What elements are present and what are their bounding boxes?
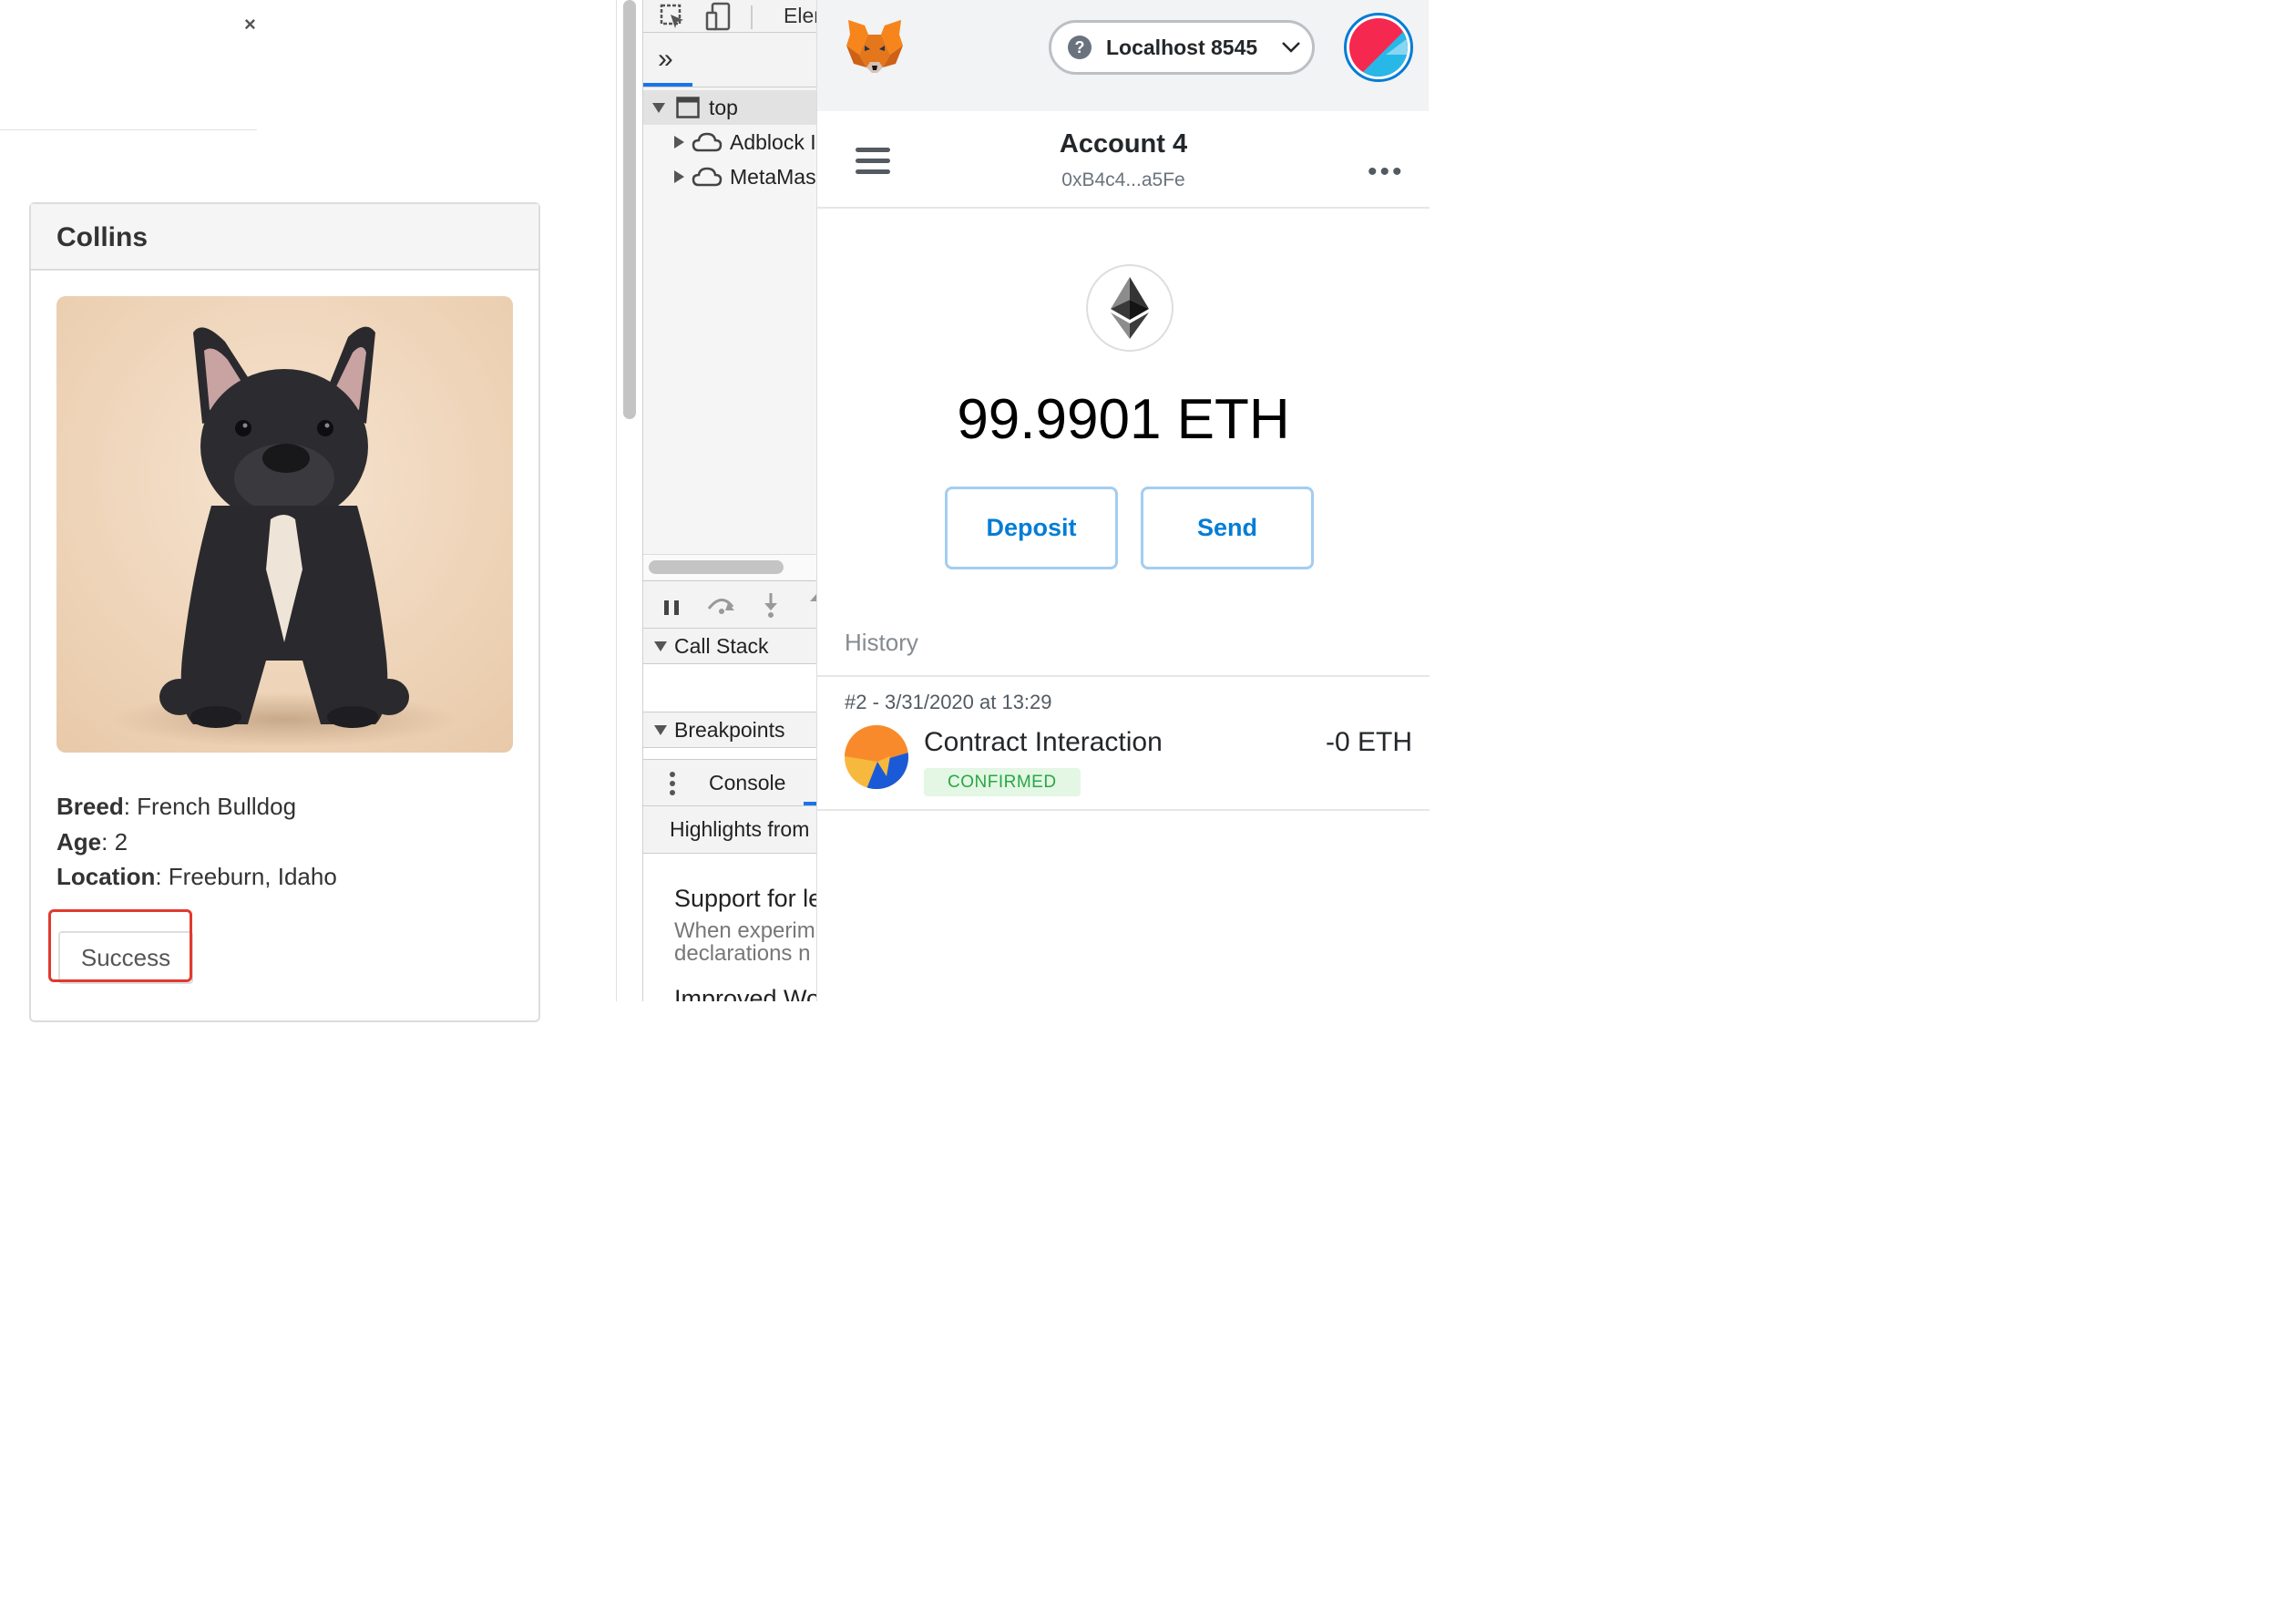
page-scrollbar[interactable] [616,0,643,1001]
transaction-title: Contract Interaction [924,727,1163,757]
whats-new-content: Support for le When experim declarations… [643,854,816,1001]
tab-elements[interactable]: Elen [784,4,816,28]
toolbar-separator [751,5,753,29]
age-row: Age: 2 [56,827,128,856]
account-name[interactable]: Account 4 [817,129,1430,159]
metamask-fox-logo[interactable] [845,18,905,79]
more-options-icon[interactable]: ••• [1368,157,1405,188]
breed-value: French Bulldog [137,793,297,820]
devtools-navigator-bar: » [643,33,816,87]
spacer [643,748,816,759]
window-icon [676,97,700,118]
pause-icon[interactable] [663,597,682,621]
breed-label: Breed [56,793,124,820]
section-label: Breakpoints [674,717,785,742]
drawer-tabbar: Console [643,759,816,806]
devtools-pane: Elen » top Adblock I MetaMas [643,0,816,1001]
pet-photo [56,296,513,753]
article-body-line: When experim [674,918,815,943]
pet-card: Collins Breed: French Bulldog Age: 2 Loc… [29,202,540,1022]
frame-tree-item-top[interactable]: top [643,90,816,125]
expand-arrow-icon[interactable] [652,102,665,113]
help-icon: ? [1068,36,1092,59]
article-body: When experim declarations n [674,919,815,965]
expand-arrow-icon[interactable] [654,641,667,651]
breakpoints-section[interactable]: Breakpoints [643,712,816,748]
send-button[interactable]: Send [1141,487,1314,569]
step-over-icon[interactable] [705,592,738,621]
step-out-icon[interactable] [807,592,816,625]
article-title[interactable]: Support for le [674,885,816,913]
network-name: Localhost 8545 [1106,35,1258,59]
chevron-down-icon [1281,41,1301,54]
ethereum-icon [1086,264,1174,352]
call-stack-section[interactable]: Call Stack [643,628,816,664]
call-stack-content [643,664,816,712]
collapse-arrow-icon[interactable] [674,136,684,149]
network-selector[interactable]: ? Localhost 8545 [1049,20,1315,75]
collapse-arrow-icon[interactable] [674,170,684,183]
frame-label: Adblock I [730,129,816,154]
scrollbar-thumb[interactable] [623,0,636,419]
whats-new-title: Highlights from [670,817,810,841]
scrollbar-thumb[interactable] [649,560,784,574]
drawer-menu-icon[interactable] [669,771,676,802]
frame-tree-item-adblock[interactable]: Adblock I [643,125,816,159]
section-label: Call Stack [674,633,769,658]
deposit-button[interactable]: Deposit [945,487,1118,569]
frame-label: top [709,95,738,119]
transaction-date: #2 - 3/31/2020 at 13:29 [845,691,1052,713]
pet-info: Breed: French Bulldog Age: 2 Location: F… [56,789,337,895]
metamask-header: ? Localhost 8545 [817,0,1429,111]
location-value: Freeburn, Idaho [168,863,337,890]
divider [817,809,1430,811]
divider [0,129,257,130]
active-tab-indicator [804,802,816,805]
expand-arrow-icon[interactable] [654,724,667,735]
account-bar: Account 4 0xB4c4...a5Fe ••• [817,111,1430,209]
status-badge: CONFIRMED [924,768,1081,796]
transaction-amount: -0 ETH [1325,727,1412,757]
close-icon[interactable]: × [244,13,256,36]
highlight-annotation [48,909,192,982]
device-toolbar-icon[interactable] [705,2,733,36]
horizontal-scrollbar[interactable] [643,554,816,579]
dapp-pane: × Collins Breed: French Bulldog Age: 2 L… [0,0,616,1022]
breed-row: Breed: French Bulldog [56,793,297,820]
debugger-toolbar [643,580,816,628]
account-address[interactable]: 0xB4c4...a5Fe [817,169,1430,191]
pet-card-header: Collins [31,204,538,271]
cloud-icon [692,131,723,153]
more-tabs-icon[interactable]: » [658,44,673,75]
step-into-icon[interactable] [762,592,780,625]
history-heading: History [845,629,918,656]
metamask-popup: ? Localhost 8545 Account 4 0xB4c4...a5Fe… [816,0,1430,1001]
article-title[interactable]: Improved Wo [674,985,816,1001]
eth-balance: 99.9901 ETH [957,388,1290,451]
inspect-element-icon[interactable] [660,4,685,35]
divider [817,675,1430,677]
article-body-line: declarations n [674,941,811,966]
age-label: Age [56,827,102,856]
whats-new-header: Highlights from [643,806,816,854]
age-value: 2 [114,827,128,856]
active-tab-indicator [643,83,692,87]
location-label: Location [56,863,156,890]
devtools-toolbar: Elen [643,0,816,33]
location-row: Location: Freeburn, Idaho [56,863,337,890]
frame-label: MetaMas [730,164,816,189]
cloud-icon [692,166,723,188]
account-avatar[interactable] [1344,13,1413,82]
tab-console[interactable]: Console [709,771,785,795]
contract-identicon-icon [845,725,908,789]
pet-name: Collins [56,222,149,252]
frame-tree-item-metamask[interactable]: MetaMas [643,159,816,194]
